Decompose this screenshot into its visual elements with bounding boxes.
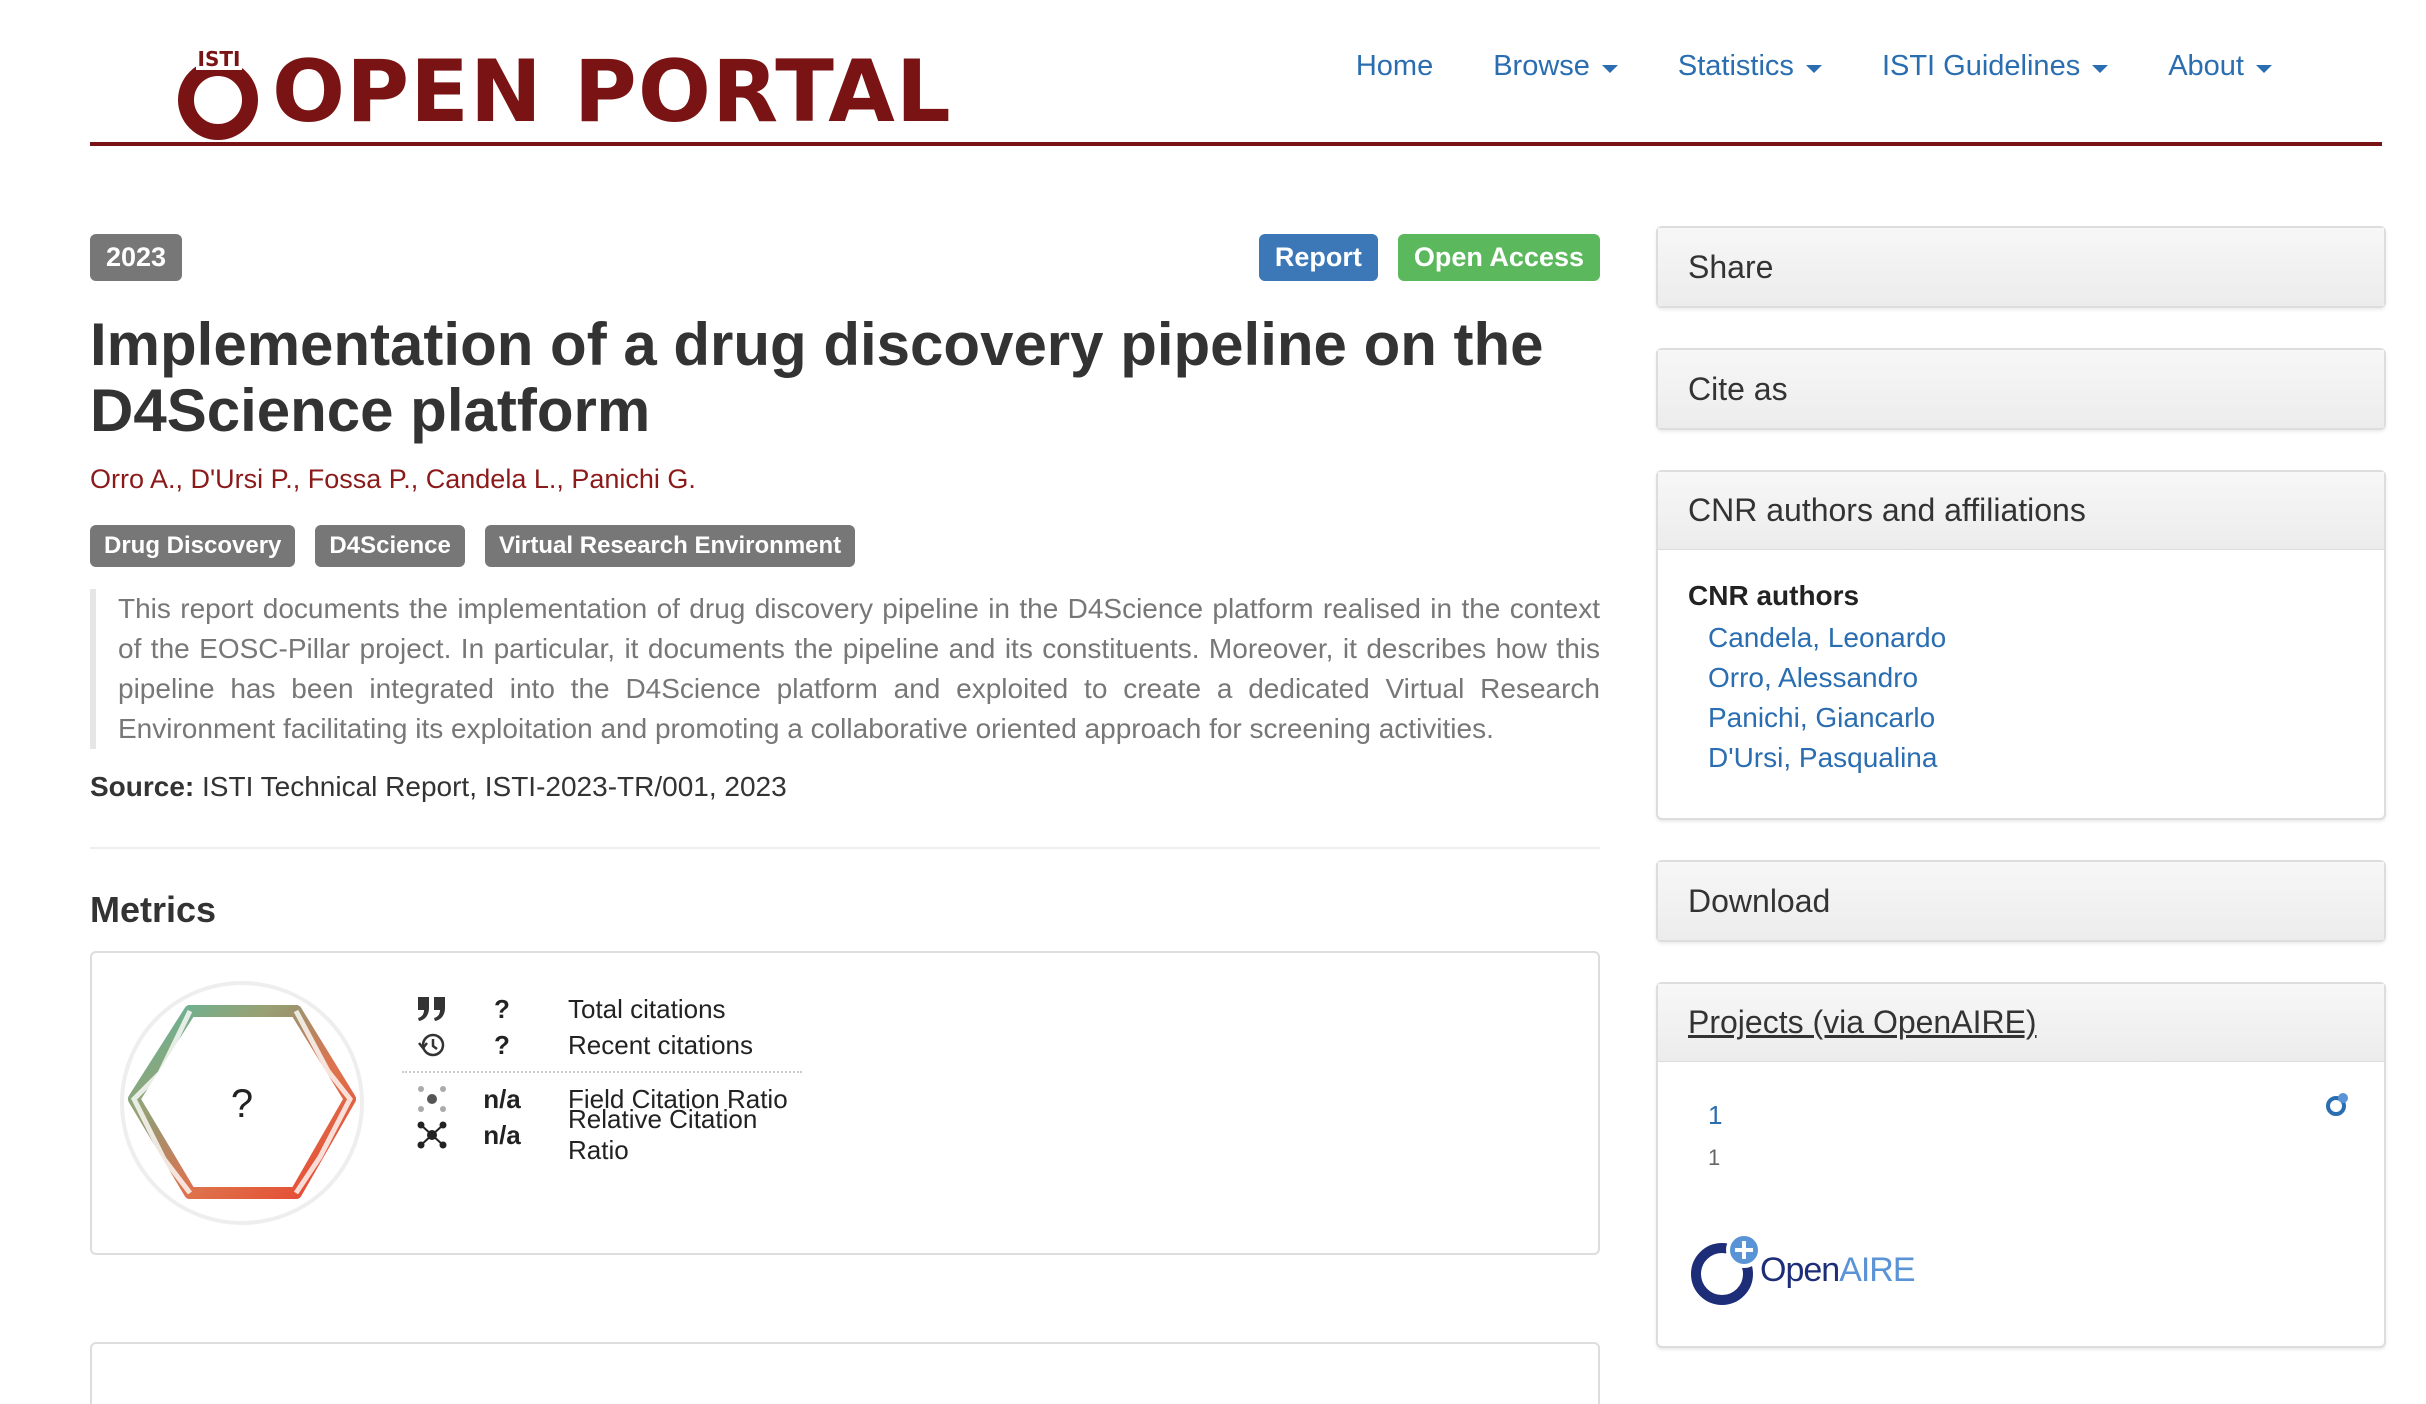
cnr-authors-panel-body: CNR authors Candela, Leonardo Orro, Ales… bbox=[1658, 550, 2384, 818]
record-authors: Orro A., D'Ursi P., Fossa P., Candela L.… bbox=[90, 464, 696, 494]
nav-browse[interactable]: Browse bbox=[1493, 50, 1618, 83]
cnr-authors-label: CNR authors bbox=[1688, 580, 1860, 611]
record-main: 2023 Report Open Access Implementation o… bbox=[90, 234, 1600, 1255]
network-dark-icon bbox=[402, 1120, 462, 1150]
metric-value: ? bbox=[494, 1029, 510, 1060]
main-nav: Home Browse Statistics ISTI Guidelines A… bbox=[1356, 50, 2272, 83]
dimensions-badge-icon[interactable]: ? bbox=[120, 981, 364, 1225]
source-value: ISTI Technical Report, ISTI-2023-TR/001,… bbox=[202, 771, 787, 802]
download-panel: Download bbox=[1656, 860, 2386, 942]
metrics-separator bbox=[402, 1071, 802, 1073]
divider bbox=[90, 847, 1600, 849]
page-title: Implementation of a drug discovery pipel… bbox=[90, 311, 1544, 444]
logo-icon: ISTI bbox=[178, 47, 258, 140]
metrics-table: ? Total citations ? Recent citations n/a… bbox=[402, 991, 802, 1165]
caret-down-icon bbox=[1601, 64, 1618, 73]
year-badge: 2023 bbox=[90, 234, 183, 281]
projects-panel-header[interactable]: Projects (via OpenAIRE) bbox=[1658, 984, 2384, 1062]
metric-value: n/a bbox=[483, 1083, 521, 1114]
record-source: Source: ISTI Technical Report, ISTI-2023… bbox=[90, 771, 1600, 803]
caret-down-icon bbox=[2256, 64, 2272, 73]
cnr-authors-panel: CNR authors and affiliations CNR authors… bbox=[1656, 470, 2386, 820]
keyword-badge[interactable]: D4Science bbox=[315, 525, 465, 567]
caret-down-icon bbox=[1805, 64, 1822, 73]
openaire-small-icon[interactable] bbox=[2324, 1092, 2350, 1118]
metric-row: ? Total citations bbox=[402, 991, 802, 1027]
record-badges-row: 2023 Report Open Access bbox=[90, 234, 1600, 282]
metric-value: n/a bbox=[483, 1119, 521, 1150]
nav-statistics[interactable]: Statistics bbox=[1678, 50, 1822, 83]
project-code: 1 bbox=[1708, 1145, 1721, 1170]
keyword-badge[interactable]: Drug Discovery bbox=[90, 525, 296, 567]
site-header: ISTI OPEN PORTAL Home Browse Statistics … bbox=[90, 0, 2382, 146]
metric-value: ? bbox=[494, 993, 510, 1024]
openaire-logo[interactable]: OpenAIRE bbox=[1688, 1230, 1916, 1310]
openaire-logo-text: OpenAIRE bbox=[1760, 1250, 1916, 1289]
sidebar: Share Cite as CNR authors and affiliatio… bbox=[1656, 226, 2386, 1388]
cite-panel: Cite as bbox=[1656, 348, 2386, 430]
open-access-badge: Open Access bbox=[1397, 234, 1600, 281]
author-link[interactable]: Candela, Leonardo bbox=[1688, 618, 2354, 658]
cnr-authors-panel-header[interactable]: CNR authors and affiliations bbox=[1658, 472, 2384, 550]
source-label: Source: bbox=[90, 771, 195, 802]
logo-text: OPEN PORTAL bbox=[272, 42, 952, 142]
openaire-logo-icon bbox=[1691, 1232, 1762, 1305]
site-logo[interactable]: ISTI OPEN PORTAL bbox=[168, 44, 952, 140]
projects-panel: Projects (via OpenAIRE) 1 1 OpenAIRE bbox=[1656, 982, 2386, 1348]
nav-home[interactable]: Home bbox=[1356, 50, 1433, 83]
svg-text:ISTI: ISTI bbox=[198, 47, 241, 71]
svg-text:?: ? bbox=[231, 1082, 253, 1126]
metric-label: Total citations bbox=[568, 993, 726, 1024]
nav-isti-guidelines[interactable]: ISTI Guidelines bbox=[1882, 50, 2109, 83]
author-link[interactable]: Orro, Alessandro bbox=[1688, 658, 2354, 698]
metric-label: Relative Citation Ratio bbox=[568, 1104, 758, 1165]
share-panel-header[interactable]: Share bbox=[1658, 228, 2384, 306]
metric-row: ? Recent citations bbox=[402, 1027, 802, 1063]
record-abstract: This report documents the implementation… bbox=[90, 589, 1600, 749]
cite-panel-header[interactable]: Cite as bbox=[1658, 350, 2384, 428]
project-number[interactable]: 1 bbox=[1688, 1100, 2354, 1131]
quote-icon bbox=[402, 995, 462, 1023]
download-panel-header[interactable]: Download bbox=[1658, 862, 2384, 940]
metrics-title: Metrics bbox=[90, 889, 217, 930]
report-badge: Report bbox=[1258, 234, 1378, 281]
nav-about[interactable]: About bbox=[2168, 50, 2272, 83]
type-badges: Report Open Access bbox=[1258, 234, 1600, 281]
metric-label: Recent citations bbox=[568, 1029, 753, 1060]
caret-down-icon bbox=[2092, 64, 2109, 73]
share-panel: Share bbox=[1656, 226, 2386, 308]
metric-row: n/a Relative Citation Ratio bbox=[402, 1104, 802, 1165]
network-light-icon bbox=[402, 1084, 462, 1114]
lower-panel bbox=[90, 1342, 1600, 1404]
author-link[interactable]: D'Ursi, Pasqualina bbox=[1688, 738, 2354, 778]
author-link[interactable]: Panichi, Giancarlo bbox=[1688, 698, 2354, 738]
metrics-panel: ? ? Total citations ? Recent citations n… bbox=[90, 951, 1600, 1255]
projects-panel-body: 1 1 OpenAIRE bbox=[1658, 1062, 2384, 1346]
history-icon bbox=[402, 1031, 462, 1059]
keyword-badge[interactable]: Virtual Research Environment bbox=[484, 525, 856, 567]
keyword-list: Drug Discovery D4Science Virtual Researc… bbox=[90, 525, 1600, 567]
